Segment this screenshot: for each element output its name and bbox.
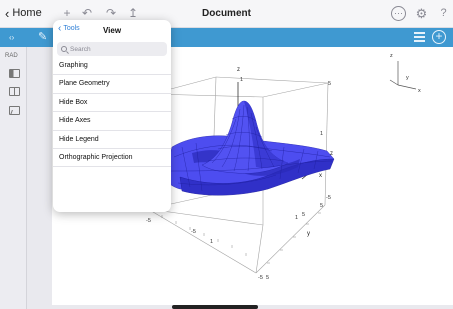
tick-label: 1 — [240, 77, 243, 83]
menu-icon[interactable] — [414, 32, 425, 42]
view-popover: ‹ Tools View Graphing Plane Geometry Hid… — [53, 20, 171, 212]
popover-header: ‹ Tools View — [53, 20, 171, 42]
chevron-left-icon: ‹ — [58, 23, 62, 34]
home-back-button[interactable]: ‹ Home — [5, 5, 42, 21]
more-icon[interactable]: ⋯ — [391, 6, 406, 21]
search-input[interactable] — [70, 45, 160, 53]
redo-icon[interactable]: ↷ — [104, 6, 118, 20]
help-icon[interactable]: ? — [436, 6, 451, 21]
image-icon[interactable] — [9, 106, 20, 115]
tick-label: 1 — [295, 215, 298, 221]
tick-label: -5 — [258, 275, 263, 281]
view-options-list: Graphing Plane Geometry Hide Box Hide Ax… — [53, 57, 171, 168]
page-thumbnail-icon[interactable] — [9, 69, 20, 78]
home-indicator — [172, 305, 258, 309]
tick-label: 1 — [320, 131, 323, 137]
z-axis-label: z — [237, 67, 240, 73]
split-view-icon[interactable] — [9, 87, 20, 96]
tick-label: 5 — [266, 275, 269, 281]
search-icon — [61, 46, 67, 52]
y-axis-label: y — [307, 231, 310, 237]
legend-x-label: x — [418, 88, 421, 94]
add-page-icon[interactable]: + — [60, 6, 74, 20]
orientation-legend — [389, 61, 417, 90]
tick-label: -5 — [146, 218, 151, 224]
undo-icon[interactable]: ↶ — [80, 6, 94, 20]
tick-label: 5 — [320, 203, 323, 209]
legend-z-label: z — [390, 53, 393, 59]
add-icon[interactable]: + — [432, 30, 446, 44]
collapse-icon[interactable]: ‹› — [9, 31, 14, 44]
search-field[interactable] — [57, 42, 167, 56]
tick-label: -5 — [326, 195, 331, 201]
menu-item-hide-legend[interactable]: Hide Legend — [53, 131, 171, 149]
tools-back-button[interactable]: ‹ Tools — [58, 23, 80, 34]
legend-y-label: y — [406, 75, 409, 81]
share-icon[interactable]: ↥ — [126, 6, 140, 20]
tick-label: 5 — [328, 81, 331, 87]
menu-item-hide-axes[interactable]: Hide Axes — [53, 112, 171, 131]
menu-item-plane-geometry[interactable]: Plane Geometry — [53, 75, 171, 94]
angle-mode-label: RAD — [5, 53, 18, 59]
x-axis-label: x — [319, 173, 322, 179]
tick-label: 1 — [210, 239, 213, 245]
tick-label: -5 — [191, 229, 196, 235]
pen-icon[interactable]: ✎ — [38, 31, 47, 44]
menu-item-graphing[interactable]: Graphing — [53, 57, 171, 76]
z-axis-label-side: z — [330, 151, 333, 157]
page-sidebar: RAD — [0, 47, 27, 309]
home-back-label: Home — [12, 7, 42, 19]
tools-back-label: Tools — [63, 25, 80, 32]
menu-item-orthographic-projection[interactable]: Orthographic Projection — [53, 149, 171, 168]
menu-item-hide-box[interactable]: Hide Box — [53, 94, 171, 113]
settings-icon[interactable]: ⚙ — [414, 6, 429, 21]
tick-label: 5 — [302, 212, 305, 218]
chevron-left-icon: ‹ — [5, 5, 10, 21]
